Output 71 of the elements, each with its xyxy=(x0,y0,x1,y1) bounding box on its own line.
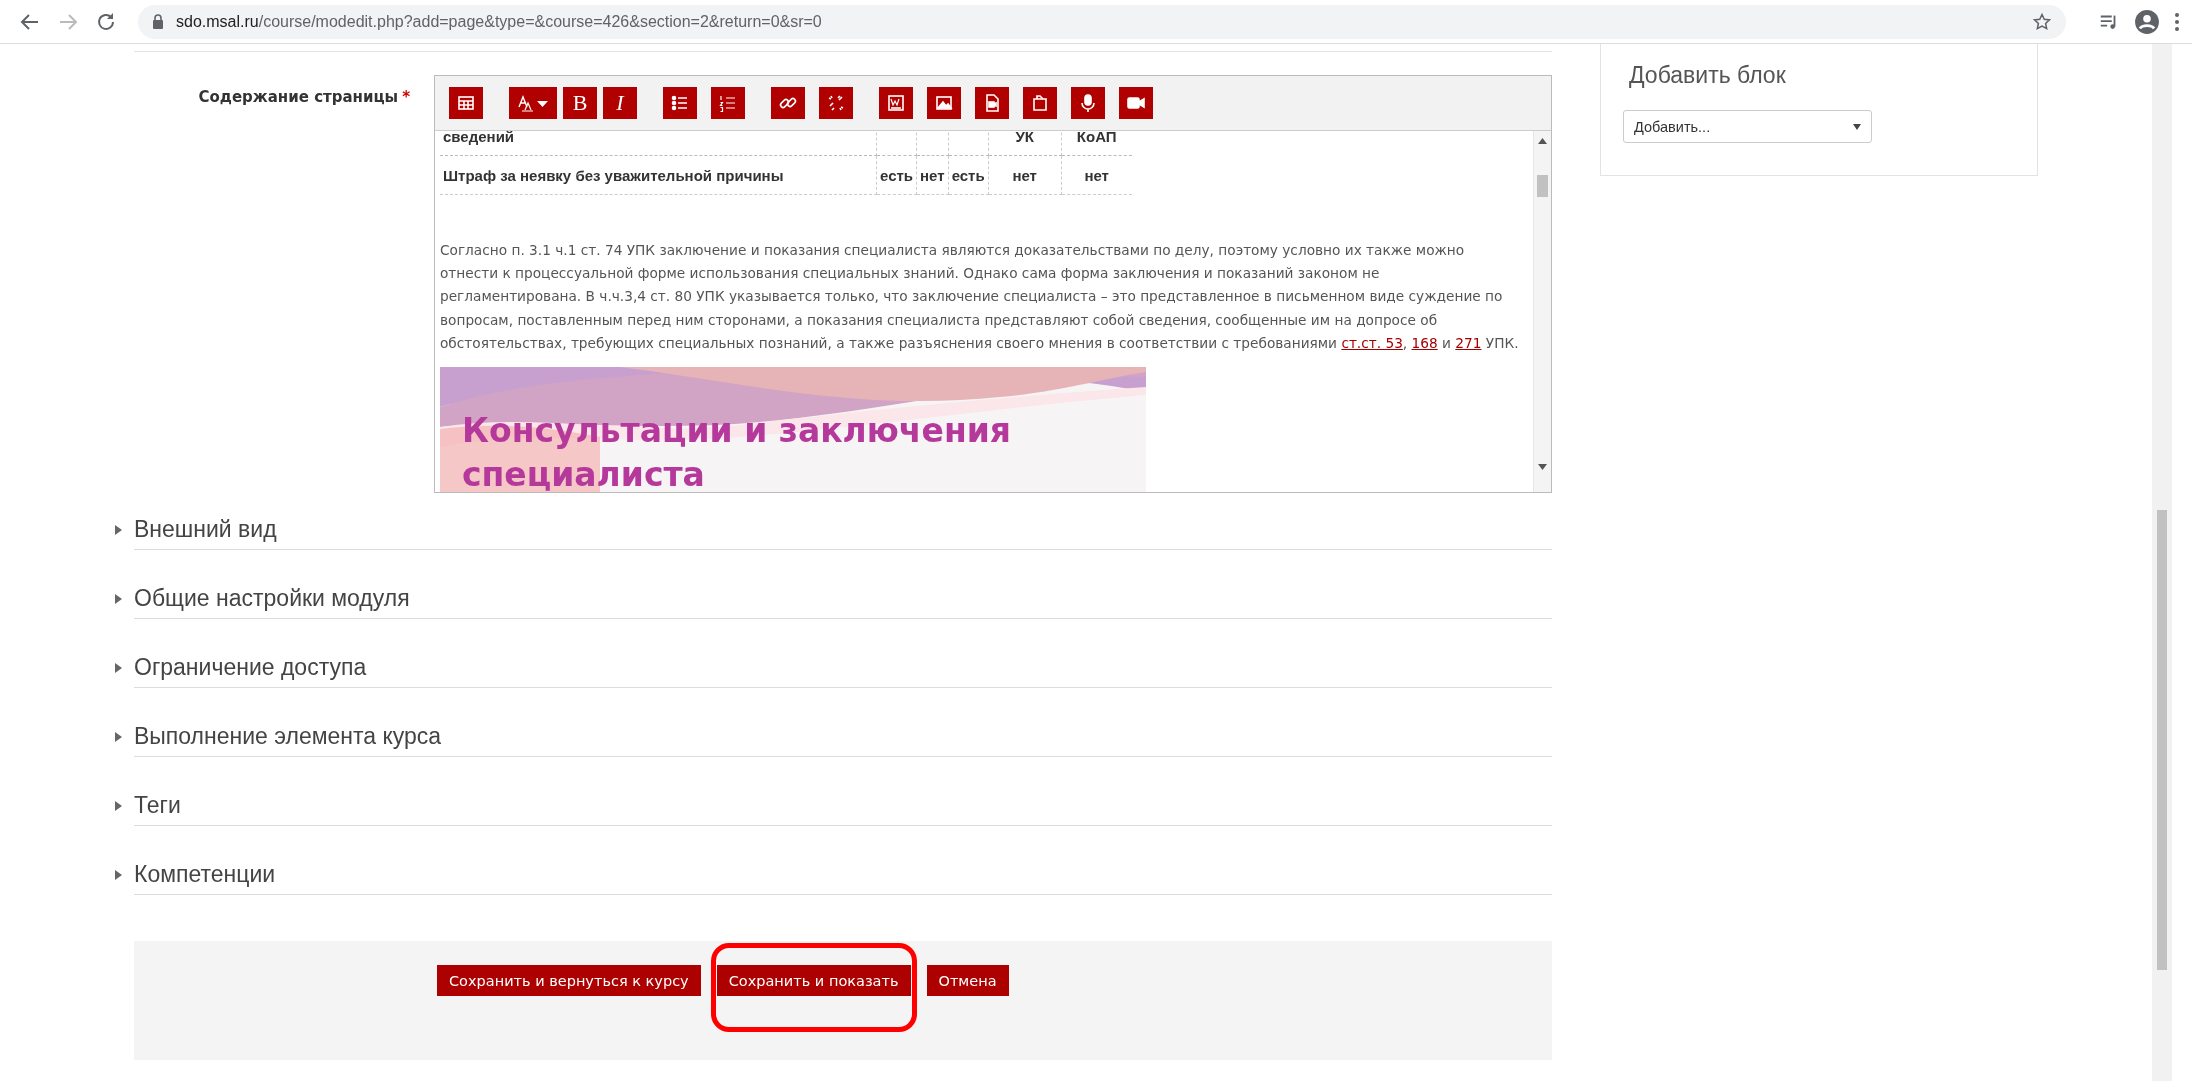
caret-icon[interactable] xyxy=(115,801,123,811)
toolbar-button[interactable] xyxy=(663,87,697,119)
toolbar-button[interactable] xyxy=(449,87,483,119)
caret-icon[interactable] xyxy=(115,525,123,535)
section-header[interactable]: Общие настройки модуля xyxy=(134,585,410,611)
table-icon xyxy=(456,93,476,113)
table-cell-text: КоАП xyxy=(1076,131,1117,145)
clipboard-icon xyxy=(1030,93,1050,113)
field-label: Содержание страницы xyxy=(198,88,399,106)
table-cell-text: есть xyxy=(951,166,985,184)
section-header[interactable]: Внешний вид xyxy=(134,516,277,542)
paragraph: Согласно п. 3.1 ч.1 ст. 74 УПК заключение и показания специалиста являются доказательствами по делу, поэтому условно их также можно отнести к процессуальной форме использования специальных знаний. Однако сама форма заключения и показаний законом не регламентирована. В ч.ч.3,4 ст. 80 УПК указывается только, что заключение специалиста – это представленное в письменном виде суждение по вопросам, поставленным перед ним сторонами, а показания специалиста представляют собой сведения, сообщенные им на допросе об обстоятельствах, требующих специальных познаний, а также разъяснения своего мнения в соответствии с требованиями ст.ст. 53, 168 и 271 УПК. xyxy=(440,241,1520,353)
toolbar-button[interactable] xyxy=(1119,87,1153,119)
table-cell-text: нет xyxy=(920,166,945,184)
toolbar-button[interactable] xyxy=(711,87,745,119)
add-block-select[interactable]: Добавить... xyxy=(1623,110,1872,143)
block-title: Добавить блок xyxy=(1629,61,1787,90)
caret-icon[interactable] xyxy=(115,594,123,604)
link[interactable]: ст.ст. 53 xyxy=(1341,334,1403,351)
link[interactable]: 168 xyxy=(1411,334,1438,351)
image-icon xyxy=(934,93,954,113)
toolbar-button[interactable] xyxy=(1023,87,1057,119)
table-cell-text: есть xyxy=(880,166,914,184)
table-cell-text: нет xyxy=(1084,166,1109,184)
table-cell-text: Штраф за неявку без уважительной причины xyxy=(443,166,784,184)
section-header[interactable]: Компетенции xyxy=(134,861,276,887)
page-scrollbar[interactable] xyxy=(2152,44,2172,1081)
toolbar-button[interactable] xyxy=(927,87,961,119)
toolbar-button[interactable] xyxy=(509,87,557,119)
banner-title: специалиста xyxy=(462,454,706,492)
bulleted-list-icon xyxy=(670,93,690,113)
document-icon xyxy=(886,93,906,113)
microphone-icon xyxy=(1078,93,1098,113)
caret-icon[interactable] xyxy=(115,663,123,673)
table-cell-text: нет xyxy=(1012,166,1037,184)
dropdown-arrow-icon xyxy=(1853,123,1861,130)
menu-icon[interactable] xyxy=(2174,11,2180,32)
scroll-thumb[interactable] xyxy=(2157,510,2167,970)
italic-button[interactable]: I xyxy=(603,87,637,119)
toolbar-button[interactable] xyxy=(975,87,1009,119)
link[interactable]: 271 xyxy=(1455,334,1482,351)
section-header[interactable]: Выполнение элемента курса xyxy=(134,723,442,749)
url-text: sdo.msal.ru/course/modedit.php?add=page&type=&course=426&section=2&return=0&sr=0 xyxy=(176,12,823,31)
toolbar-button[interactable] xyxy=(879,87,913,119)
save-and-return-button[interactable]: Сохранить и вернуться к курсу xyxy=(437,965,701,996)
caret-icon[interactable] xyxy=(115,732,123,742)
font-style-icon xyxy=(516,93,550,113)
scroll-down-icon[interactable] xyxy=(1538,464,1547,470)
save-and-show-button[interactable]: Сохранить и показать xyxy=(716,965,911,996)
scroll-up-icon[interactable] xyxy=(1538,138,1547,144)
caret-icon[interactable] xyxy=(115,870,123,880)
broken-link-icon xyxy=(826,93,846,113)
section-header[interactable]: Теги xyxy=(134,792,181,818)
lock-icon xyxy=(152,14,164,29)
banner-title: Консультации и заключения xyxy=(462,410,1011,452)
required-mark: * xyxy=(402,88,410,106)
cancel-button[interactable]: Отмена xyxy=(926,965,1009,996)
toolbar-button[interactable] xyxy=(819,87,853,119)
scroll-thumb[interactable] xyxy=(1537,175,1548,197)
star-icon[interactable] xyxy=(2032,11,2052,32)
toolbar-button[interactable] xyxy=(1071,87,1105,119)
section-header[interactable]: Ограничение доступа xyxy=(134,654,367,680)
text-editor[interactable] xyxy=(434,75,1552,493)
address-bar[interactable]: sdo.msal.ru/course/modedit.php?add=page&type=&course=426&section=2&return=0&sr=0 xyxy=(138,4,2066,39)
account-icon[interactable] xyxy=(2134,8,2160,35)
scrollbar[interactable] xyxy=(1533,131,1551,492)
toolbar-button[interactable] xyxy=(771,87,805,119)
table-cell-text: сведений xyxy=(443,131,515,145)
table-cell-text: УК xyxy=(1015,131,1034,145)
numbered-list-icon xyxy=(718,93,738,113)
bold-button[interactable]: B xyxy=(563,87,597,119)
